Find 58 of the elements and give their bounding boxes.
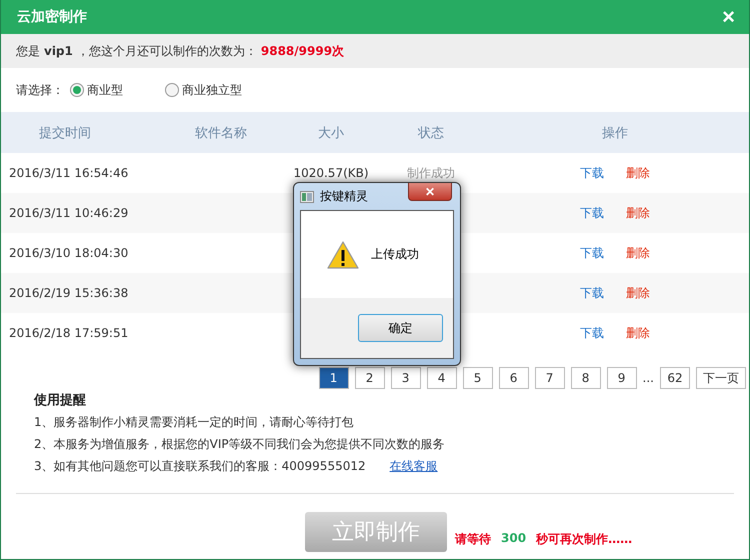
radio-icon[interactable] [165, 83, 179, 97]
quota-label: ，您这个月还可以制作的次数为： [76, 42, 257, 60]
vip-level: vip1 [44, 44, 73, 58]
column-header: 大小 [317, 124, 345, 142]
column-header: 软件名称 [194, 124, 248, 142]
page-button[interactable]: 2 [354, 367, 385, 389]
download-link[interactable]: 下载 [580, 164, 604, 182]
time-cell-text: 2016/2/18 17:59:51 [8, 326, 129, 340]
page-button[interactable]: 7 [534, 367, 565, 389]
delete-link[interactable]: 删除 [626, 204, 650, 222]
download-link[interactable]: 下载 [580, 204, 604, 222]
dialog-title: 按键精灵 [320, 188, 368, 205]
tips-title: 使用提醒 [34, 392, 87, 409]
choice-label: 请选择： [16, 82, 64, 98]
dialog-message: 上传成功 [371, 246, 419, 263]
column-header: 操作 [601, 124, 629, 142]
page-button[interactable]: 3 [390, 367, 421, 389]
time-cell-text: 2016/3/11 16:54:46 [8, 166, 129, 180]
download-link[interactable]: 下载 [580, 324, 604, 342]
page-button[interactable]: 8 [570, 367, 601, 389]
page-ellipsis: ... [642, 371, 654, 385]
tip-text: 3、如有其他问题您可以直接联系我们的客服：40099555012 [34, 458, 366, 475]
close-button[interactable]: ✕ [408, 183, 452, 201]
window-title: 云加密制作 [17, 8, 87, 26]
delete-link[interactable]: 删除 [626, 284, 650, 302]
time-cell-text: 2016/3/10 18:04:30 [8, 246, 129, 260]
page-button[interactable]: 9 [606, 367, 637, 389]
page-button[interactable]: 6 [498, 367, 529, 389]
ok-button[interactable]: 确定 [358, 314, 443, 342]
tip-text: 2、本服务为增值服务，根据您的VIP等级不同我们会为您提供不同次数的服务 [34, 436, 445, 453]
radio-icon[interactable] [70, 83, 84, 97]
app-icon [300, 190, 314, 202]
warning-icon [327, 240, 359, 268]
wait-label: 请等待 [455, 531, 491, 548]
online-service-link[interactable]: 在线客服 [390, 458, 438, 475]
download-link[interactable]: 下载 [580, 244, 604, 262]
download-link[interactable]: 下载 [580, 284, 604, 302]
time-cell-text: 2016/3/11 10:46:29 [8, 206, 129, 220]
account-label: 您是 [16, 42, 40, 60]
radio-option[interactable]: 商业型 [70, 82, 123, 98]
tip-text: 1、服务器制作小精灵需要消耗一定的时间，请耐心等待打包 [34, 414, 354, 431]
page-button[interactable]: 4 [426, 367, 457, 389]
time-cell-text: 2016/2/19 15:36:38 [8, 286, 129, 300]
wait-label: 秒可再次制作…… [536, 531, 632, 548]
page-button[interactable]: 1 [318, 367, 349, 389]
next-page-button[interactable]: 下一页 [696, 367, 746, 389]
wait-seconds: 300 [501, 531, 526, 547]
radio-option[interactable]: 商业独立型 [165, 82, 242, 98]
column-header: 状态 [416, 124, 445, 142]
page-button[interactable]: 5 [462, 367, 493, 389]
delete-link[interactable]: 删除 [626, 244, 650, 262]
status-cell-text: 制作成功 [406, 164, 456, 182]
delete-link[interactable]: 删除 [626, 324, 650, 342]
quota-count: 9888/9999次 [260, 42, 344, 60]
delete-link[interactable]: 删除 [626, 164, 650, 182]
page-button[interactable]: 62 [660, 367, 690, 389]
column-header: 提交时间 [38, 124, 92, 142]
size-cell-text: 1020.57(KB) [292, 166, 370, 180]
